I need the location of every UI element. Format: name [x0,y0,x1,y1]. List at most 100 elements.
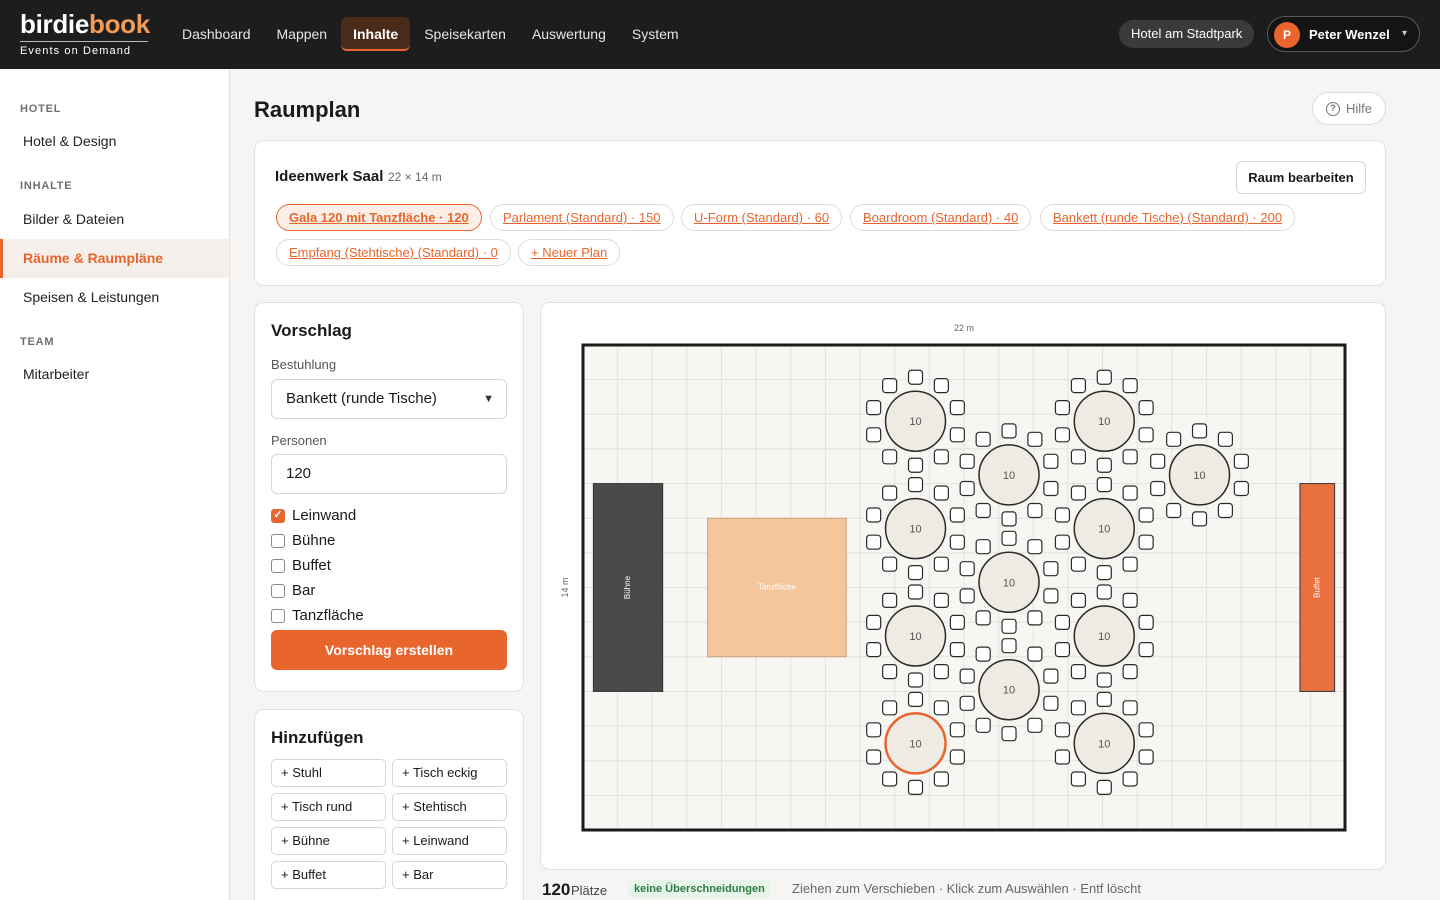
checkbox-icon[interactable] [271,559,285,573]
plan-chip-bankett[interactable]: Bankett (runde Tische) (Standard) · 200 [1040,204,1296,231]
chair[interactable] [1138,534,1154,550]
chair[interactable] [959,480,975,497]
chair[interactable] [1122,378,1138,394]
nav-mappen[interactable]: Mappen [265,17,340,51]
chair[interactable] [1043,453,1059,469]
plan-chip-boardroom[interactable]: Boardroom (Standard) · 40 [850,204,1032,231]
chair[interactable] [1150,480,1166,497]
chair[interactable] [866,641,882,658]
chair[interactable] [933,449,949,465]
help-button[interactable]: ? Hilfe [1312,92,1386,125]
chair[interactable] [882,378,898,394]
chair[interactable] [1054,534,1071,550]
chair[interactable] [959,668,975,684]
chair[interactable] [1070,700,1087,716]
chair[interactable] [1122,771,1138,787]
chair[interactable] [949,641,965,658]
chair[interactable] [933,592,949,609]
chair[interactable] [1122,485,1138,501]
chair[interactable] [866,400,882,416]
chair[interactable] [882,485,898,501]
chair[interactable] [1070,663,1087,680]
chair[interactable] [1043,668,1059,684]
checkbox-icon[interactable] [271,534,285,548]
chair[interactable] [949,534,965,550]
chair[interactable] [933,771,949,787]
chair[interactable] [866,534,882,550]
chair[interactable] [1096,457,1112,473]
hotel-selector[interactable]: Hotel am Stadtpark [1119,20,1255,48]
sidebar-item-raeume-raumplaene[interactable]: Räume & Raumpläne [0,239,229,278]
chair[interactable] [1001,530,1017,546]
chair[interactable] [1027,539,1043,555]
nav-auswertung[interactable]: Auswertung [520,17,618,51]
chair[interactable] [949,400,965,416]
chair[interactable] [882,771,898,787]
chair[interactable] [1043,695,1059,711]
nav-system[interactable]: System [620,17,691,51]
chair[interactable] [866,749,882,765]
chair[interactable] [959,453,975,469]
chair[interactable] [1096,477,1112,493]
chair[interactable] [975,539,991,555]
chair[interactable] [907,779,924,795]
chair[interactable] [1122,592,1138,609]
chair[interactable] [1096,565,1112,581]
chair[interactable] [1001,423,1017,439]
chair[interactable] [1001,726,1017,742]
checkbox-icon[interactable] [271,584,285,598]
edit-room-button[interactable]: Raum bearbeiten [1236,161,1366,194]
chair[interactable] [1054,427,1071,443]
nav-speisekarten[interactable]: Speisekarten [412,17,518,51]
chair[interactable] [907,565,924,581]
chair[interactable] [949,427,965,443]
chair[interactable] [882,663,898,680]
chair[interactable] [907,369,924,385]
chair[interactable] [1070,592,1087,609]
chair[interactable] [866,614,882,631]
add-stage-button[interactable]: + Bühne [271,827,386,855]
plan-chip-parlament[interactable]: Parlament (Standard) · 150 [490,204,674,231]
add-standing-table-button[interactable]: + Stehtisch [392,793,507,821]
chair[interactable] [907,672,924,688]
chair[interactable] [1138,427,1154,443]
chair[interactable] [1070,449,1087,465]
chair[interactable] [1150,453,1166,469]
chair[interactable] [959,561,975,577]
chair[interactable] [1054,507,1071,523]
sidebar-item-speisen-leistungen[interactable]: Speisen & Leistungen [0,278,229,317]
add-chair-button[interactable]: + Stuhl [271,759,386,787]
chair[interactable] [1054,722,1071,738]
chair[interactable] [1217,502,1233,519]
chair[interactable] [1096,369,1112,385]
chair[interactable] [975,431,991,447]
chair[interactable] [1070,378,1087,394]
chair[interactable] [933,485,949,501]
chair[interactable] [1096,691,1112,707]
floorplan-canvas[interactable]: 22 m 14 m Bühne Tanzfläche Buffet 10 10 10 10 10 1… [541,303,1387,871]
chair[interactable] [933,663,949,680]
chair[interactable] [866,722,882,738]
chair[interactable] [1027,646,1043,662]
chair[interactable] [882,556,898,572]
chair[interactable] [882,700,898,716]
chair[interactable] [1191,511,1208,527]
chair[interactable] [1070,485,1087,501]
chair[interactable] [1027,431,1043,447]
add-round-table-button[interactable]: + Tisch rund [271,793,386,821]
chair[interactable] [1027,502,1043,519]
chair[interactable] [1001,638,1017,654]
chair[interactable] [1070,556,1087,572]
chair[interactable] [1122,449,1138,465]
chair[interactable] [866,507,882,523]
chair[interactable] [907,584,924,600]
add-square-table-button[interactable]: + Tisch eckig [392,759,507,787]
chair[interactable] [1043,561,1059,577]
chair[interactable] [907,457,924,473]
chair[interactable] [1096,779,1112,795]
chair[interactable] [933,556,949,572]
chair[interactable] [949,749,965,765]
chair[interactable] [1070,771,1087,787]
chair[interactable] [1027,717,1043,733]
chair[interactable] [933,700,949,716]
